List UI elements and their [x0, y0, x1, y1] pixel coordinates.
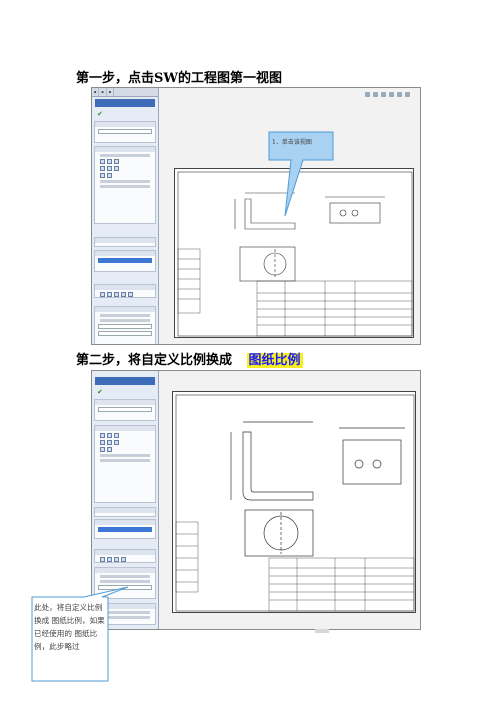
pm-group-orientation: [94, 425, 156, 503]
step1-title: 第一步，点击SW的工程图第一视图: [76, 71, 282, 86]
pm-group-display-style: [94, 284, 156, 298]
pm-title-bar: [95, 377, 155, 385]
pm-tab[interactable]: ▪: [107, 88, 115, 96]
toolbar-icon[interactable]: [365, 92, 370, 97]
pm-group-header: [95, 426, 155, 431]
pm-title-bar: [95, 99, 155, 107]
toolbar-icon[interactable]: [405, 92, 410, 97]
pm-group-header: [95, 520, 155, 525]
front-view-drawing: [230, 421, 314, 501]
display-state-item[interactable]: [98, 527, 152, 532]
pm-group-header: [95, 568, 155, 573]
confirm-check-icon[interactable]: ✔: [97, 111, 103, 118]
orientation-icons[interactable]: [100, 447, 150, 452]
pm-group-orientation: [94, 146, 156, 224]
pm-group-header: [95, 400, 155, 405]
pm-group-display-state: [94, 519, 156, 539]
pm-group-scale: [94, 306, 156, 344]
step1-screenshot: ▪ ▪ ▪ ✔ 1．单击该视图: [91, 87, 421, 345]
side-view-drawing: [339, 427, 405, 485]
top-view-drawing: [239, 246, 296, 282]
scale-option[interactable]: [100, 314, 150, 317]
top-view-drawing: [244, 509, 314, 557]
pm-group-header: [95, 238, 155, 243]
display-style-icons[interactable]: [100, 557, 150, 562]
toolbar-icon[interactable]: [397, 92, 402, 97]
scale-value-field[interactable]: [98, 331, 152, 336]
pm-row: [100, 154, 150, 157]
step2-callout-text: 此处，将自定义比例换成 图纸比例，如果已经使用的 图纸比例，此步略过: [34, 603, 105, 651]
toolbar-icon[interactable]: [381, 92, 386, 97]
step1-callout-text: 1．单击该视图: [272, 139, 312, 146]
pm-group-import-options: [94, 237, 156, 247]
pm-group-header: [95, 251, 155, 256]
step2-screenshot: ✔: [91, 370, 421, 630]
page-marker: [315, 629, 329, 633]
config-select[interactable]: [98, 129, 152, 134]
display-style-icons[interactable]: [100, 292, 150, 297]
pm-row: [100, 459, 150, 462]
pm-group-reference-config: [94, 121, 156, 143]
property-manager-panel: ▪ ▪ ▪ ✔: [92, 88, 159, 344]
pm-group-header: [95, 550, 155, 555]
pm-group-header: [95, 147, 155, 152]
orientation-icons[interactable]: [100, 433, 150, 438]
title-block: [175, 521, 415, 612]
toolbar-icon[interactable]: [389, 92, 394, 97]
pm-group-display-style: [94, 549, 156, 563]
toolbar-icon[interactable]: [373, 92, 378, 97]
scale-select[interactable]: [98, 324, 152, 329]
pm-tab[interactable]: ▪: [99, 88, 107, 96]
config-select[interactable]: [98, 407, 152, 412]
orientation-icons[interactable]: [100, 440, 150, 445]
orientation-icons[interactable]: [100, 173, 150, 178]
scale-option[interactable]: [100, 319, 150, 322]
pm-row: [100, 185, 150, 188]
pm-group-header: [95, 122, 155, 127]
scale-option[interactable]: [100, 575, 150, 578]
pm-row: [100, 180, 150, 183]
drawing-sheet[interactable]: [172, 391, 416, 613]
step2-title-prefix: 第二步，将自定义比例换成: [76, 353, 233, 368]
scale-option[interactable]: [100, 580, 150, 583]
pm-row: [100, 454, 150, 457]
pm-group-reference-config: [94, 399, 156, 421]
step2-title: 第二步，将自定义比例换成 图纸比例: [76, 349, 303, 368]
drawing-content: [175, 394, 415, 612]
display-state-item[interactable]: [98, 258, 152, 263]
pm-group-header: [95, 508, 155, 513]
pm-group-header: [95, 285, 155, 290]
pm-tab-bar: ▪ ▪ ▪: [92, 88, 158, 97]
pm-group-display-state: [94, 250, 156, 272]
orientation-icons[interactable]: [100, 159, 150, 164]
pm-tab[interactable]: ▪: [92, 88, 100, 96]
pm-group-import-options: [94, 507, 156, 517]
pm-group-header: [95, 307, 155, 312]
view-toolbar: [167, 92, 410, 98]
confirm-check-icon[interactable]: ✔: [97, 389, 103, 396]
step2-title-highlight: 图纸比例: [246, 353, 303, 368]
orientation-icons[interactable]: [100, 166, 150, 171]
